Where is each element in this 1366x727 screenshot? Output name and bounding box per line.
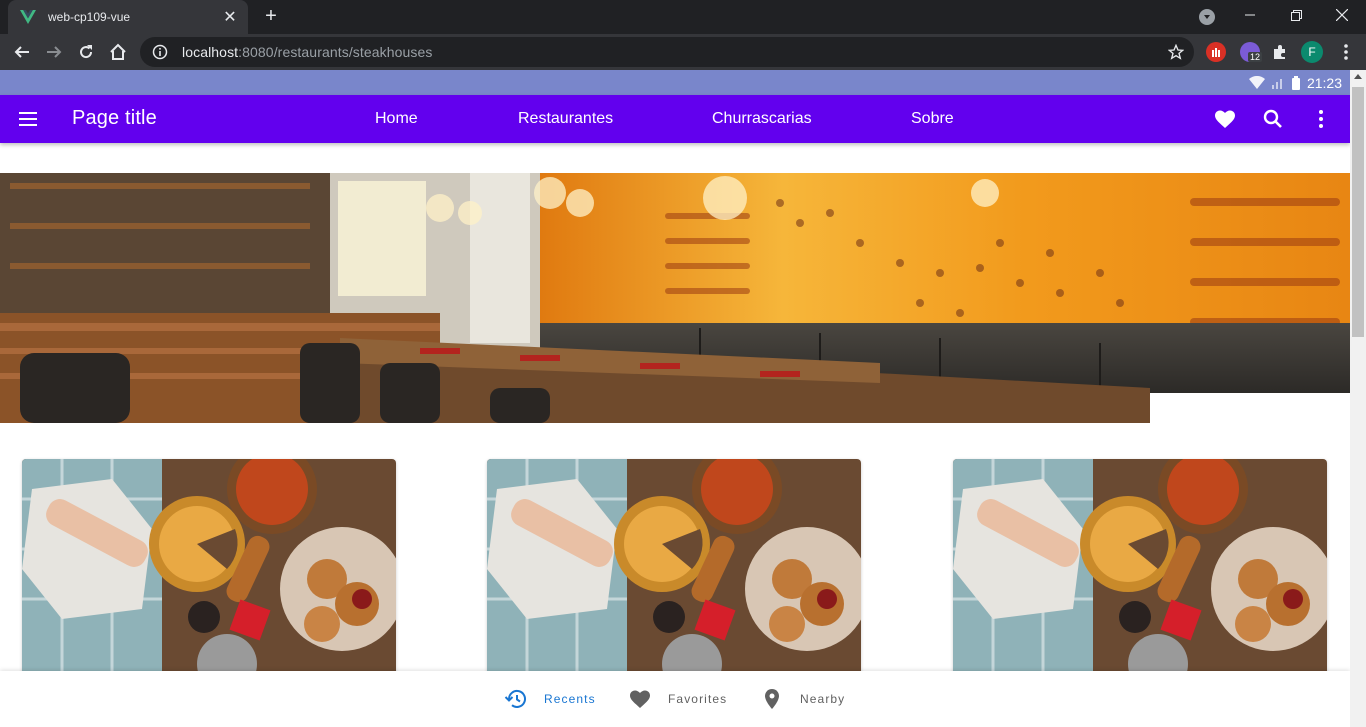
home-button[interactable] xyxy=(104,38,132,66)
site-info-icon[interactable] xyxy=(152,44,168,60)
wifi-icon xyxy=(1248,75,1265,89)
back-button[interactable] xyxy=(8,38,36,66)
browser-toolbar: localhost:8080/restaurants/steakhouses 1… xyxy=(0,34,1366,70)
browser-tabstrip: web-cp109-vue ✕ + xyxy=(0,0,1366,34)
extension-badge-count: 12 xyxy=(1248,52,1263,62)
scroll-thumb[interactable] xyxy=(1352,87,1364,337)
nav-sobre[interactable]: Sobre xyxy=(911,110,954,128)
tab-title: web-cp109-vue xyxy=(48,10,131,24)
bottom-nav-recents[interactable]: Recents xyxy=(504,671,596,727)
page-title: Page title xyxy=(72,107,157,129)
signal-icon xyxy=(1271,78,1282,89)
vue-favicon-icon xyxy=(20,10,36,24)
bottom-navigation: Recents Favorites Nearby xyxy=(0,671,1350,727)
app-bar: Page title Home Restaurantes Churrascari… xyxy=(0,95,1350,143)
heart-icon xyxy=(630,690,650,708)
tab-search-icon[interactable] xyxy=(1199,9,1215,25)
browser-tab[interactable]: web-cp109-vue ✕ xyxy=(8,0,248,34)
menu-icon[interactable] xyxy=(16,107,40,131)
bottom-nav-label: Recents xyxy=(544,692,596,706)
extensions-puzzle-icon[interactable] xyxy=(1270,42,1290,62)
heart-icon[interactable] xyxy=(1213,107,1237,131)
bottom-nav-nearby[interactable]: Nearby xyxy=(760,671,845,727)
page-viewport: 21:23 Page title Home Restaurantes Churr… xyxy=(0,70,1366,727)
extension-badge-icon[interactable]: 12 xyxy=(1240,42,1263,62)
restaurant-card-3[interactable] xyxy=(953,459,1327,689)
browser-menu-icon[interactable] xyxy=(1336,42,1356,62)
page-scrollbar[interactable] xyxy=(1350,70,1366,727)
system-status-bar: 21:23 xyxy=(0,70,1350,95)
battery-icon xyxy=(1291,75,1300,90)
status-time: 21:23 xyxy=(1306,74,1342,91)
map-marker-icon xyxy=(765,689,779,709)
history-icon xyxy=(504,690,526,708)
more-vert-icon[interactable] xyxy=(1309,107,1333,131)
bottom-nav-favorites[interactable]: Favorites xyxy=(628,671,727,727)
tab-close-icon[interactable]: ✕ xyxy=(218,7,242,27)
address-bar[interactable]: localhost:8080/restaurants/steakhouses xyxy=(140,37,1194,67)
close-window-button[interactable] xyxy=(1319,0,1365,30)
bottom-nav-label: Nearby xyxy=(800,692,846,706)
food-table-image xyxy=(22,459,396,689)
new-tab-button[interactable]: + xyxy=(260,6,282,28)
forward-button[interactable] xyxy=(40,38,68,66)
reload-button[interactable] xyxy=(72,38,100,66)
url-text: localhost:8080/restaurants/steakhouses xyxy=(182,44,433,60)
nav-home[interactable]: Home xyxy=(375,110,418,128)
scroll-up-arrow-icon[interactable] xyxy=(1354,74,1362,79)
profile-avatar[interactable]: F xyxy=(1301,41,1323,63)
nav-restaurantes[interactable]: Restaurantes xyxy=(518,110,613,128)
hero-restaurant-image xyxy=(0,173,1350,423)
nav-churrascarias[interactable]: Churrascarias xyxy=(712,110,812,128)
restaurant-card-2[interactable] xyxy=(487,459,861,689)
restaurant-card-1[interactable] xyxy=(22,459,396,689)
food-table-image xyxy=(487,459,861,689)
adblock-extension-icon[interactable] xyxy=(1206,42,1226,62)
bottom-nav-label: Favorites xyxy=(668,692,728,706)
minimize-button[interactable] xyxy=(1227,0,1273,30)
search-icon[interactable] xyxy=(1261,107,1285,131)
restore-button[interactable] xyxy=(1273,0,1319,30)
food-table-image xyxy=(953,459,1327,689)
bookmark-star-icon[interactable] xyxy=(1168,44,1184,60)
